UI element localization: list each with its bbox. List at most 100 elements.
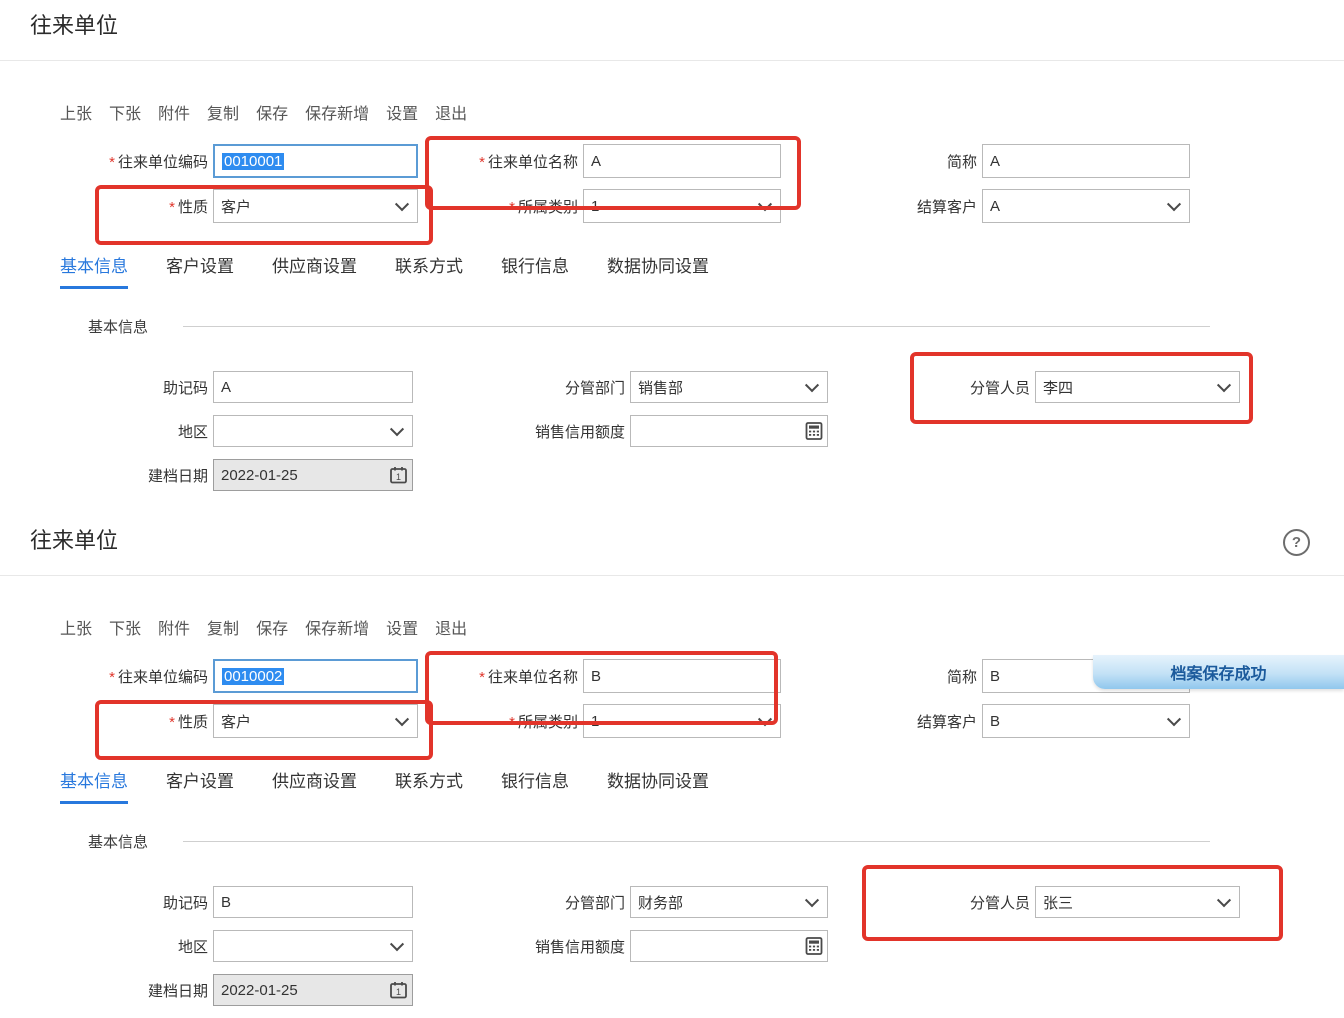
partner-code-field: * 往来单位编码 0010001: [36, 144, 418, 178]
calculator-icon[interactable]: [805, 937, 823, 955]
region-label: 地区: [177, 423, 208, 441]
mnemonic-input[interactable]: A: [213, 371, 413, 403]
toolbar-settings-button[interactable]: 设置: [386, 615, 418, 639]
partner-name-label: * 往来单位名称: [479, 668, 578, 686]
create-date-input[interactable]: 2022-01-25 1: [213, 974, 413, 1006]
person-field: 分管人员 张三: [868, 885, 1240, 919]
toolbar-attachment-button[interactable]: 附件: [158, 615, 190, 639]
abbr-input[interactable]: A: [982, 144, 1190, 178]
tab-customer-settings[interactable]: 客户设置: [166, 767, 234, 804]
chevron-down-icon: [1166, 197, 1182, 212]
toolbar-next-button[interactable]: 下张: [109, 615, 141, 639]
svg-text:1: 1: [396, 472, 401, 482]
settle-customer-field: 结算客户 A: [800, 189, 1190, 223]
settle-customer-select[interactable]: A: [982, 189, 1190, 223]
chevron-down-icon: [394, 197, 410, 212]
title-divider: [0, 575, 1344, 576]
toolbar-save-button[interactable]: 保存: [256, 100, 288, 124]
tab-contact-info[interactable]: 联系方式: [395, 767, 463, 804]
toolbar-next-button[interactable]: 下张: [109, 100, 141, 124]
credit-field: 销售信用额度: [448, 929, 828, 963]
tab-data-collaboration[interactable]: 数据协同设置: [607, 767, 709, 804]
tab-customer-settings[interactable]: 客户设置: [166, 252, 234, 289]
toolbar-attachment-button[interactable]: 附件: [158, 100, 190, 124]
tab-data-collaboration[interactable]: 数据协同设置: [607, 252, 709, 289]
tab-bank-info[interactable]: 银行信息: [501, 252, 569, 289]
person-select[interactable]: 张三: [1035, 886, 1240, 918]
region-field: 地区: [56, 929, 413, 963]
calculator-icon[interactable]: [805, 422, 823, 440]
category-label: * 所属类别: [509, 713, 578, 731]
help-icon[interactable]: ?: [1283, 529, 1310, 556]
department-field: 分管部门 财务部: [448, 885, 828, 919]
calendar-icon[interactable]: 1: [389, 981, 408, 1000]
nature-select[interactable]: 客户: [213, 704, 418, 738]
abbr-field: 简称 A: [800, 144, 1190, 178]
tab-basic-info[interactable]: 基本信息: [60, 767, 128, 804]
toolbar-save-new-button[interactable]: 保存新增: [305, 615, 369, 639]
toolbar-exit-button[interactable]: 退出: [435, 100, 467, 124]
department-select[interactable]: 财务部: [630, 886, 828, 918]
toolbar-copy-button[interactable]: 复制: [207, 615, 239, 639]
nature-label: * 性质: [169, 713, 208, 731]
nature-label: * 性质: [169, 198, 208, 216]
settle-customer-select[interactable]: B: [982, 704, 1190, 738]
person-label: 分管人员: [969, 894, 1030, 912]
toolbar-save-new-button[interactable]: 保存新增: [305, 100, 369, 124]
category-label: * 所属类别: [509, 198, 578, 216]
chevron-down-icon: [1166, 712, 1182, 727]
tab-bar: 基本信息 客户设置 供应商设置 联系方式 银行信息 数据协同设置: [60, 767, 709, 804]
tab-basic-info[interactable]: 基本信息: [60, 252, 128, 289]
partner-code-label: * 往来单位编码: [109, 153, 208, 171]
abbr-label: 简称: [946, 668, 977, 686]
chevron-down-icon: [804, 893, 820, 908]
chevron-down-icon: [757, 197, 773, 212]
toolbar-exit-button[interactable]: 退出: [435, 615, 467, 639]
credit-input[interactable]: [630, 415, 828, 447]
tab-bank-info[interactable]: 银行信息: [501, 767, 569, 804]
toolbar-save-button[interactable]: 保存: [256, 615, 288, 639]
partner-name-input[interactable]: B: [583, 659, 781, 693]
person-select[interactable]: 李四: [1035, 371, 1240, 403]
region-field: 地区: [56, 414, 413, 448]
category-select[interactable]: 1: [583, 189, 781, 223]
category-field: * 所属类别 1: [428, 189, 781, 223]
department-select[interactable]: 销售部: [630, 371, 828, 403]
section-divider: [183, 326, 1210, 327]
abbr-label: 简称: [946, 153, 977, 171]
region-select[interactable]: [213, 415, 413, 447]
chevron-down-icon: [1216, 893, 1232, 908]
department-field: 分管部门 销售部: [448, 370, 828, 404]
create-date-label: 建档日期: [147, 467, 208, 485]
toolbar-settings-button[interactable]: 设置: [386, 100, 418, 124]
toolbar: 上张 下张 附件 复制 保存 保存新增 设置 退出: [60, 100, 467, 124]
partner-code-input[interactable]: 0010001: [213, 144, 418, 178]
toolbar-copy-button[interactable]: 复制: [207, 100, 239, 124]
partner-code-field: * 往来单位编码 0010002: [36, 659, 418, 693]
calendar-icon[interactable]: 1: [389, 466, 408, 485]
tab-contact-info[interactable]: 联系方式: [395, 252, 463, 289]
mnemonic-field: 助记码 A: [56, 370, 413, 404]
save-success-toast: 档案保存成功: [1093, 655, 1344, 689]
tab-supplier-settings[interactable]: 供应商设置: [272, 252, 357, 289]
title-divider: [0, 60, 1344, 61]
toolbar: 上张 下张 附件 复制 保存 保存新增 设置 退出: [60, 615, 467, 639]
chevron-down-icon: [1216, 378, 1232, 393]
toolbar-prev-button[interactable]: 上张: [60, 100, 92, 124]
mnemonic-label: 助记码: [162, 379, 208, 397]
credit-input[interactable]: [630, 930, 828, 962]
chevron-down-icon: [389, 422, 405, 437]
partner-name-input[interactable]: A: [583, 144, 781, 178]
credit-label: 销售信用额度: [534, 938, 625, 956]
nature-select[interactable]: 客户: [213, 189, 418, 223]
mnemonic-input[interactable]: B: [213, 886, 413, 918]
region-select[interactable]: [213, 930, 413, 962]
toolbar-prev-button[interactable]: 上张: [60, 615, 92, 639]
department-label: 分管部门: [564, 379, 625, 397]
partner-code-input[interactable]: 0010002: [213, 659, 418, 693]
tab-supplier-settings[interactable]: 供应商设置: [272, 767, 357, 804]
create-date-input[interactable]: 2022-01-25 1: [213, 459, 413, 491]
partner-form-panel-1: 往来单位 上张 下张 附件 复制 保存 保存新增 设置 退出 * 往来单位编码 0…: [0, 0, 1344, 503]
category-select[interactable]: 1: [583, 704, 781, 738]
partner-name-label: * 往来单位名称: [479, 153, 578, 171]
